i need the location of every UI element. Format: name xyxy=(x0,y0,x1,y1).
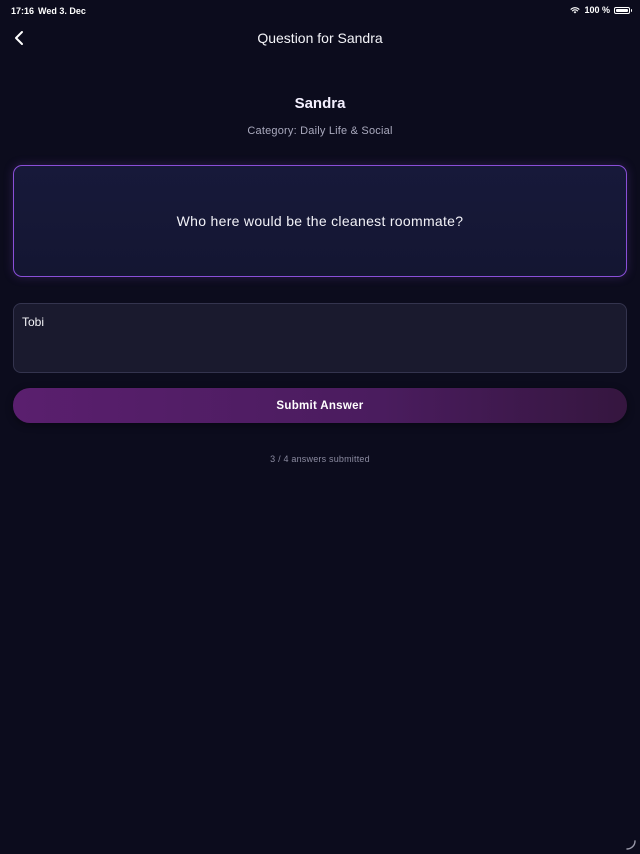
category-label: Category: Daily Life & Social xyxy=(247,125,393,137)
status-bar: 17:16 Wed 3. Dec 100 % xyxy=(0,0,640,22)
question-card: Who here would be the cleanest roommate? xyxy=(13,165,627,277)
question-text: Who here would be the cleanest roommate? xyxy=(176,213,464,229)
status-indicators: 100 % xyxy=(570,5,632,15)
answer-input[interactable]: Tobi xyxy=(13,303,627,373)
wifi-icon xyxy=(570,6,581,14)
battery-level xyxy=(616,8,628,12)
question-screen: 17:16 Wed 3. Dec 100 % Question for Sand… xyxy=(0,0,640,854)
status-time: 17:16 xyxy=(11,6,35,16)
resize-corner-icon xyxy=(626,840,636,850)
battery-icon xyxy=(614,6,632,14)
answers-progress: 3 / 4 answers submitted xyxy=(270,454,370,464)
navigation-bar: Question for Sandra xyxy=(0,22,640,56)
player-name: Sandra xyxy=(294,95,346,112)
nav-title: Question for Sandra xyxy=(257,30,383,46)
submit-answer-button[interactable]: Submit Answer xyxy=(13,388,627,423)
battery-percentage: 100 % xyxy=(584,5,610,15)
status-date: Wed 3. Dec xyxy=(38,6,86,16)
